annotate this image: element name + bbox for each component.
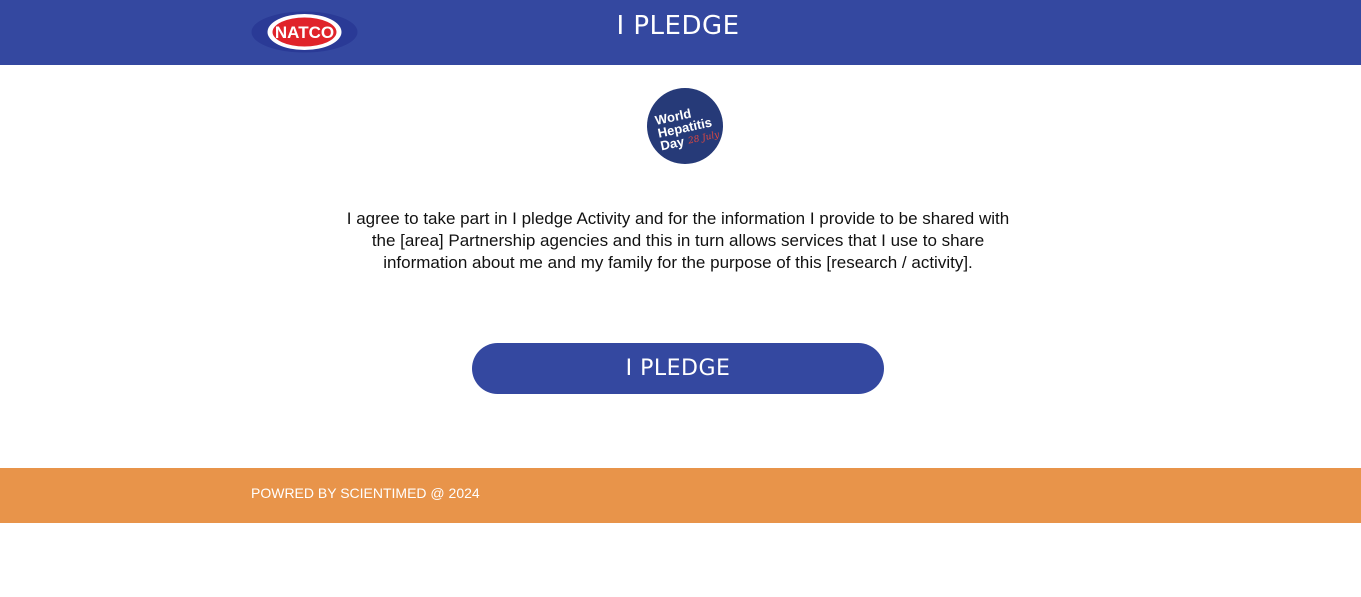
page-title: I PLEDGE [616,11,740,41]
footer-powered-by: POWRED BY SCIENTIMED @ 2024 [251,485,480,501]
footer-bar: POWRED BY SCIENTIMED @ 2024 [0,468,1361,523]
pledge-button[interactable]: I PLEDGE [472,343,884,394]
pledge-consent-text: I agree to take part in I pledge Activit… [346,209,1010,272]
world-hepatitis-day-badge: World Hepatitis Day 28 July [646,84,724,172]
header-bar: NATCO I PLEDGE [0,0,1361,65]
